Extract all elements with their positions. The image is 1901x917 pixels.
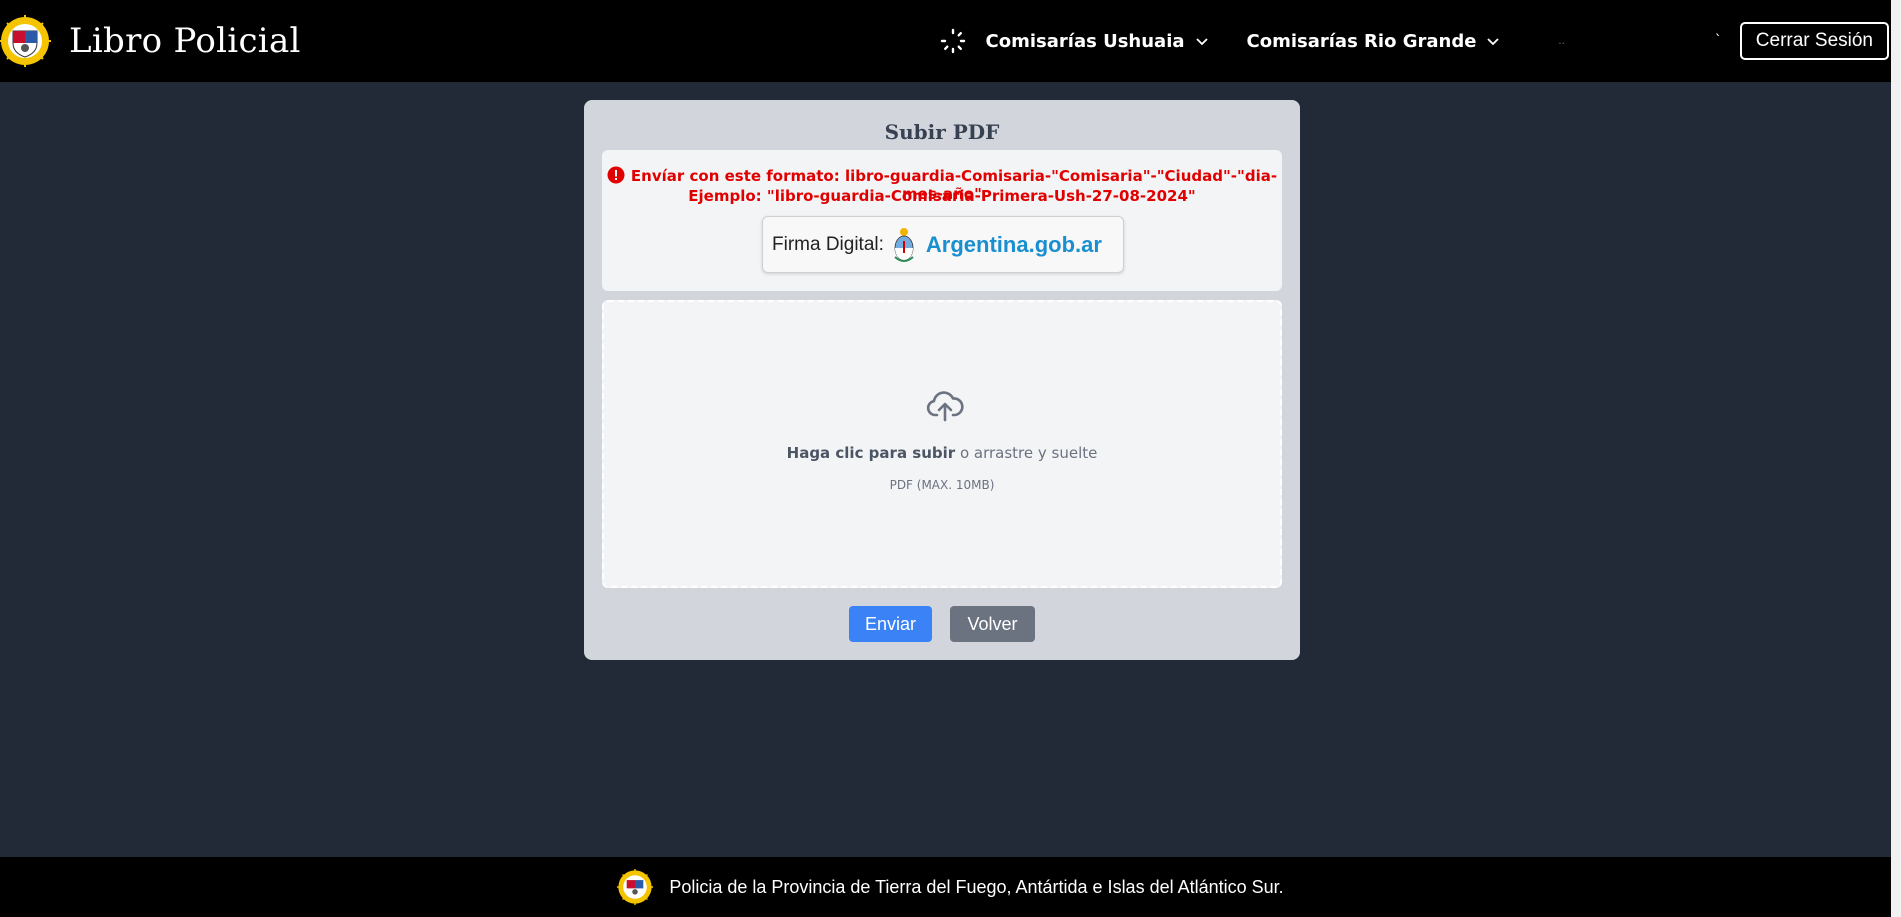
click-to-upload: Haga clic para subir — [786, 444, 956, 462]
brand[interactable]: Libro Policial — [0, 15, 301, 67]
send-button[interactable]: Enviar — [849, 606, 932, 642]
argentina-coat-of-arms-icon — [894, 227, 914, 262]
nav-mark: ` — [1714, 33, 1722, 49]
footer-text: Policia de la Provincia de Tierra del Fu… — [669, 876, 1284, 897]
footer: Policia de la Provincia de Tierra del Fu… — [0, 857, 1901, 917]
loading-spinner-icon — [940, 28, 965, 54]
drag-text: o arrastre y suelte — [955, 444, 1098, 462]
menu-comisarias-rio-grande[interactable]: Comisarías Rio Grande — [1247, 31, 1501, 52]
dropzone-instruction: Haga clic para subir o arrastre y suelte — [604, 444, 1280, 462]
chevron-down-icon — [1487, 38, 1500, 46]
logout-button[interactable]: Cerrar Sesión — [1739, 22, 1889, 60]
firma-label: Firma Digital: — [772, 233, 884, 255]
menu-label: Comisarías Ushuaia — [985, 30, 1185, 52]
format-example: Ejemplo: "libro-guardia-Comisaria-Primer… — [688, 187, 1196, 205]
argentina-gob-link: Argentina.gob.ar — [925, 231, 1102, 257]
police-logo-icon — [0, 15, 51, 67]
pdf-dropzone[interactable]: Haga clic para subir o arrastre y suelte… — [602, 300, 1282, 588]
alert-circle-icon — [607, 166, 625, 184]
upload-card: Subir PDF Envíar con este formato: libro… — [584, 100, 1300, 660]
nav-placeholder: .. — [1558, 35, 1565, 47]
chevron-down-icon — [1195, 38, 1208, 46]
card-title: Subir PDF — [884, 120, 1000, 144]
scrollbar[interactable] — [1891, 0, 1901, 917]
app-title: Libro Policial — [69, 21, 301, 61]
firma-digital-link[interactable]: Firma Digital: Argentina.gob.ar — [762, 216, 1124, 273]
back-button[interactable]: Volver — [950, 606, 1035, 642]
dropzone-hint: PDF (MAX. 10MB) — [889, 478, 995, 492]
police-logo-icon — [617, 869, 654, 905]
menu-comisarias-ushuaia[interactable]: Comisarías Ushuaia — [986, 31, 1209, 52]
menu-label: Comisarías Rio Grande — [1246, 30, 1477, 52]
nav-right: Comisarías Ushuaia Comisarías Rio Grande… — [940, 0, 1889, 82]
cloud-upload-icon — [926, 391, 964, 422]
navbar: Libro Policial Comisarías Ushuaia Comisa… — [0, 0, 1901, 82]
format-info-box: Envíar con este formato: libro-guardia-C… — [602, 150, 1282, 291]
